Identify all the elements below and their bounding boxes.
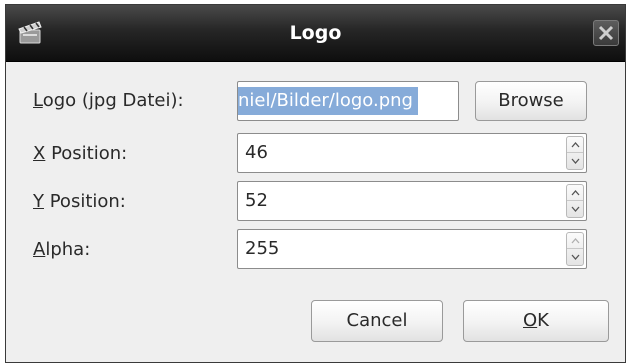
alpha-spinbox[interactable]: 255 (237, 229, 587, 269)
alpha-increment-button[interactable] (567, 233, 583, 249)
y-position-spinbox[interactable]: 52 (237, 181, 587, 221)
y-position-spinner[interactable] (566, 184, 584, 218)
x-position-spinner[interactable] (566, 136, 584, 170)
ok-mnemonic: O (523, 310, 538, 331)
logo-path-value: niel/Bilder/logo.png (238, 87, 418, 115)
cancel-button[interactable]: Cancel (311, 300, 443, 342)
chevron-up-icon (571, 190, 580, 196)
ok-label-text: K (537, 310, 549, 331)
y-position-value: 52 (245, 190, 268, 211)
alpha-decrement-button[interactable] (567, 249, 583, 265)
chevron-down-icon (571, 254, 580, 260)
x-decrement-button[interactable] (567, 153, 583, 169)
ok-button[interactable]: OK (463, 300, 609, 342)
alpha-label-text: lpha: (45, 239, 91, 260)
alpha-label-mnemonic: A (33, 239, 46, 260)
x-label-text: Position: (45, 143, 128, 164)
logo-path-input[interactable]: niel/Bilder/logo.png (237, 81, 459, 121)
x-position-label: X Position: (33, 142, 127, 166)
y-label-text: Position: (44, 191, 126, 212)
x-label-mnemonic: X (33, 143, 46, 164)
chevron-down-icon (571, 158, 580, 164)
logo-label-text: ogo (jpg Datei): (42, 90, 184, 111)
y-increment-button[interactable] (567, 185, 583, 201)
y-position-label: Y Position: (33, 190, 126, 214)
alpha-value: 255 (245, 238, 280, 259)
alpha-label: Alpha: (33, 238, 90, 262)
y-label-mnemonic: Y (33, 191, 44, 212)
chevron-up-icon (571, 238, 580, 244)
x-position-spinbox[interactable]: 46 (237, 133, 587, 173)
logo-label: Logo (jpg Datei): (33, 89, 184, 113)
close-icon (598, 25, 614, 41)
logo-label-mnemonic: L (33, 90, 43, 111)
alpha-spinner[interactable] (566, 232, 584, 266)
x-position-value: 46 (245, 142, 268, 163)
title-bar[interactable]: Logo (6, 5, 625, 62)
logo-dialog: Logo Logo (jpg Datei): niel/Bilder/logo.… (5, 4, 626, 363)
y-decrement-button[interactable] (567, 201, 583, 217)
close-button[interactable] (593, 20, 619, 46)
window-title: Logo (289, 22, 342, 44)
chevron-up-icon (571, 142, 580, 148)
browse-button[interactable]: Browse (475, 81, 587, 121)
chevron-down-icon (571, 206, 580, 212)
x-increment-button[interactable] (567, 137, 583, 153)
